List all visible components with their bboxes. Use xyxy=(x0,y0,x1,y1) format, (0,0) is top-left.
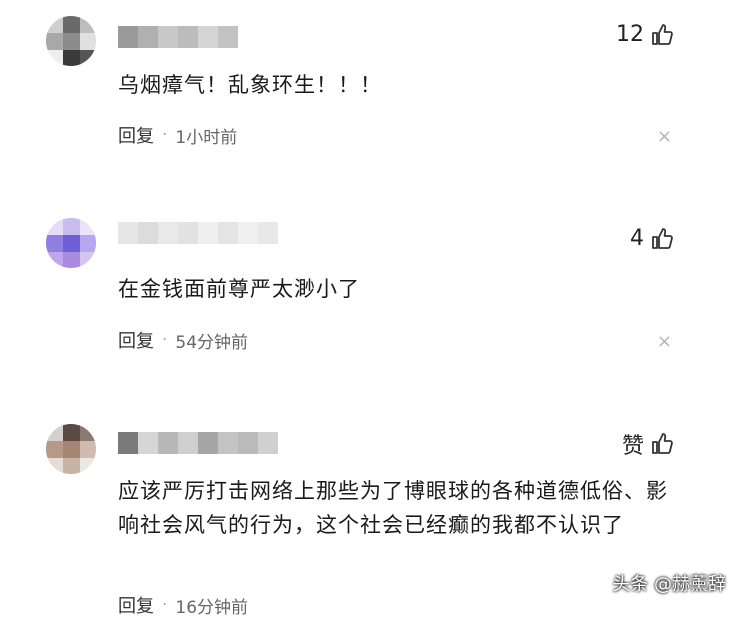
like-control[interactable]: 4 xyxy=(630,226,674,251)
reply-button[interactable]: 回复 xyxy=(118,122,154,148)
like-count: 4 xyxy=(630,226,644,251)
separator-dot: · xyxy=(162,330,168,350)
timestamp: 54分钟前 xyxy=(175,332,249,353)
separator-dot: · xyxy=(162,595,168,615)
reply-button[interactable]: 回复 xyxy=(118,327,154,353)
watermark: 头条 @赫薰辞 xyxy=(612,574,726,595)
like-label: 赞 xyxy=(621,434,644,459)
like-control[interactable]: 12 xyxy=(616,22,674,47)
username-blurred[interactable] xyxy=(118,432,278,454)
timestamp: 1小时前 xyxy=(175,127,238,148)
like-count: 12 xyxy=(616,22,644,47)
comment-text: 在金钱面前尊严太渺小了 xyxy=(118,277,360,301)
avatar[interactable] xyxy=(46,424,96,474)
reply-button[interactable]: 回复 xyxy=(118,592,154,618)
close-icon[interactable]: × xyxy=(657,331,672,352)
comment-meta: 回复 · 16分钟前 xyxy=(118,592,248,618)
comment-meta: 回复 · 54分钟前 xyxy=(118,327,248,353)
separator-dot: · xyxy=(162,125,168,145)
comment-text: 应该严厉打击网络上那些为了博眼球的各种道德低俗、影响社会风气的行为，这个社会已经… xyxy=(118,479,668,537)
username-blurred[interactable] xyxy=(118,26,238,48)
thumb-up-icon[interactable] xyxy=(650,227,674,251)
close-icon[interactable]: × xyxy=(657,126,672,147)
comment-text: 乌烟瘴气！乱象环生！！！ xyxy=(118,73,382,97)
avatar[interactable] xyxy=(46,16,96,66)
timestamp: 16分钟前 xyxy=(175,597,249,618)
like-control[interactable]: 赞 xyxy=(622,428,674,460)
username-blurred[interactable] xyxy=(118,222,278,244)
thumb-up-icon[interactable] xyxy=(650,23,674,47)
thumb-up-icon[interactable] xyxy=(650,432,674,456)
comment-meta: 回复 · 1小时前 xyxy=(118,122,237,148)
avatar[interactable] xyxy=(46,218,96,268)
